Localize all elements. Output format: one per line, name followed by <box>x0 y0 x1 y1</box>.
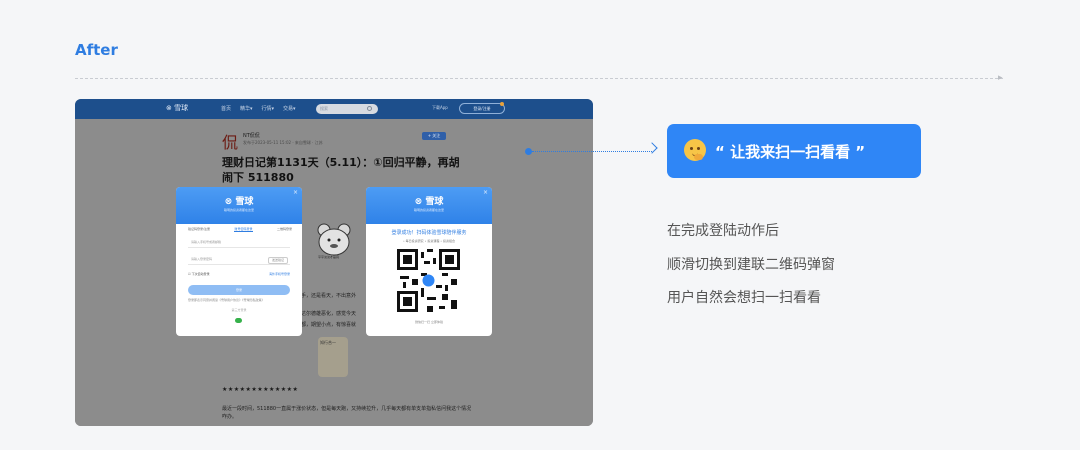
nav-menu: 首页 精华▾ 行情▾ 交易▾ <box>221 105 296 112</box>
nav-item-featured[interactable]: 精华▾ <box>240 105 253 112</box>
service-perks: • 每日投资研究 • 投资课程 • 投资组合 <box>402 239 456 243</box>
login-button[interactable]: 登录/注册 <box>459 103 505 114</box>
nav-logo[interactable]: ⊗ 雪球 <box>166 103 188 113</box>
article-line: 达尔德雄恶化，感觉今天 <box>301 311 357 317</box>
star-separator: ★★★★★★★★★★★★★ <box>222 386 299 393</box>
send-code-button[interactable]: 发送验证 <box>267 257 288 264</box>
description-line: 用户自然会想扫一扫看看 <box>667 290 821 306</box>
remember-label: 下次自动登录 <box>191 272 210 276</box>
close-icon[interactable]: × <box>293 189 298 196</box>
password-placeholder: 请输入登录密码 <box>191 257 213 261</box>
qr-footer-text: 微信扫一扫 立即体验 <box>415 320 443 324</box>
login-modal-logo-text: 雪球 <box>235 197 254 207</box>
agreement-text: 登录即表示同意并阅读《雪球用户协议》《雪球隐私政策》 <box>188 298 265 302</box>
callout-bubble: “ 让我来扫一扫看看 ” <box>667 124 921 178</box>
nav-item-trade[interactable]: 交易▾ <box>283 105 296 112</box>
tab-password-login[interactable]: 账号密码登录 <box>234 227 253 232</box>
top-navbar: ⊗ 雪球 首页 精华▾ 行情▾ 交易▾ 搜索 下载App 登录/注册 <box>75 99 593 119</box>
connector-line <box>532 151 652 152</box>
article-line: 手，还是看天，不出意外 <box>301 293 357 299</box>
overseas-login-link[interactable]: 海外手机号登录 <box>269 272 290 276</box>
notification-dot <box>500 102 504 106</box>
article-paragraph: 最近一段时间，511880一直属于涨价状态，但是每天跑，又持续拉升，几乎每天都有… <box>222 406 472 420</box>
qr-modal-logo-text: 雪球 <box>425 197 444 207</box>
description-line: 顺滑切换到建联二维码弹窗 <box>667 257 835 273</box>
tab-qr-login[interactable]: 二维码登录 <box>277 227 292 232</box>
cat-sticker-label: 知行合一 <box>320 340 336 345</box>
connector-dot <box>525 148 532 155</box>
third-party-label: 第三方登录 <box>231 308 247 312</box>
article-title: 理财日记第1131天（5.11）：①回归平静，再胡闹下 511880 <box>222 156 460 184</box>
qr-modal-logo: ⊗ 雪球 <box>414 197 444 207</box>
author-name[interactable]: NT侃侃 <box>243 132 260 139</box>
phone-field[interactable]: 请输入手机号或者邮箱 <box>188 237 290 248</box>
login-tabs: 验证码登录/注册 账号密码登录 二维码登录 <box>188 227 292 232</box>
follow-button[interactable]: + 关注 <box>422 132 446 140</box>
download-app-link[interactable]: 下载App <box>432 105 448 111</box>
description-line: 在完成登陆动作后 <box>667 223 779 239</box>
article-body: 侃 NT侃侃 发布于2023-05-11 15:02 · 来自雪球 · 江苏 +… <box>75 119 593 426</box>
login-modal-header: ⊗ 雪球 聪明的投资者都在这里 × <box>176 187 302 224</box>
login-modal-tagline: 聪明的投资者都在这里 <box>223 208 254 212</box>
search-input[interactable]: 搜索 <box>316 104 378 114</box>
qr-modal-header: ⊗ 雪球 聪明的投资者都在这里 × <box>366 187 492 224</box>
qr-modal: ⊗ 雪球 聪明的投资者都在这里 × 登录成功！扫码体验雪球陪伴服务 • 每日投资… <box>366 187 492 336</box>
close-icon[interactable]: × <box>483 189 488 196</box>
password-field[interactable]: 请输入登录密码 发送验证 <box>188 254 290 265</box>
nav-item-home[interactable]: 首页 <box>221 105 231 112</box>
article-meta: 发布于2023-05-11 15:02 · 来自雪球 · 江苏 <box>243 140 323 145</box>
submit-login-button[interactable]: 登录 <box>188 285 290 295</box>
login-modal: ⊗ 雪球 聪明的投资者都在这里 × 验证码登录/注册 账号密码登录 二维码登录 … <box>176 187 302 336</box>
section-divider <box>75 78 1003 79</box>
nav-logo-text: 雪球 <box>174 104 189 112</box>
remember-checkbox[interactable]: ☑ 下次自动登录 <box>188 272 210 276</box>
article-line: 都，期望小点，有惊喜就 <box>301 322 357 328</box>
tab-sms-login[interactable]: 验证码登录/注册 <box>188 227 210 232</box>
bear-caption: 平平淡淡才是真 <box>318 255 340 259</box>
after-label: After <box>75 41 118 59</box>
thinking-face-icon <box>684 139 706 161</box>
nav-item-market[interactable]: 行情▾ <box>262 105 275 112</box>
screenshot-panel: ⊗ 雪球 首页 精华▾ 行情▾ 交易▾ 搜索 下载App 登录/注册 侃 NT侃… <box>75 99 593 426</box>
wechat-icon[interactable] <box>235 318 242 323</box>
divider-arrow-icon: ▸ <box>998 73 1003 83</box>
login-modal-logo: ⊗ 雪球 <box>224 197 254 207</box>
author-avatar[interactable]: 侃 <box>222 129 238 153</box>
search-icon[interactable] <box>367 106 372 111</box>
callout-text: “ 让我来扫一扫看看 ” <box>715 143 866 161</box>
qr-code-icon[interactable] <box>397 249 460 312</box>
qr-modal-tagline: 聪明的投资者都在这里 <box>413 208 444 212</box>
login-success-text: 登录成功！扫码体验雪球陪伴服务 <box>391 230 467 236</box>
search-placeholder: 搜索 <box>320 106 328 111</box>
page: After ▸ ⊗ 雪球 首页 精华▾ 行情▾ 交易▾ 搜索 下载App 登录/… <box>0 0 1080 450</box>
